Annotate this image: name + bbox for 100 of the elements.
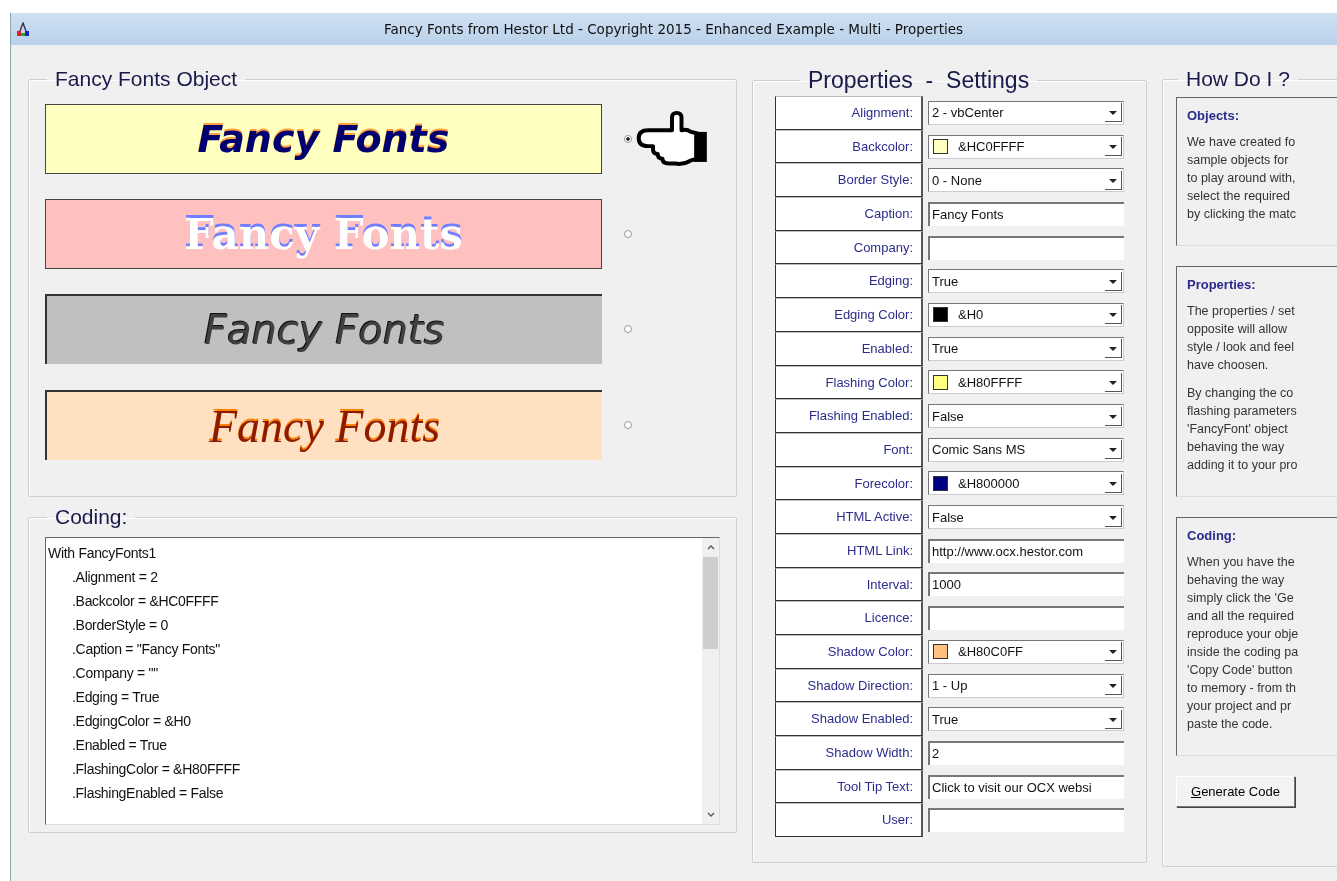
property-label: Border Style: [775, 163, 923, 198]
help-heading: Objects: [1187, 108, 1240, 123]
caret-icon [1105, 305, 1122, 325]
help-text: adding it to your pro [1187, 457, 1299, 474]
property-label: Edging: [775, 264, 923, 299]
dropdown[interactable]: False [928, 505, 1124, 530]
code-line: .FlashingEnabled = False [71, 784, 225, 803]
code-line: .Edging = True [71, 688, 161, 707]
caret-icon [1105, 440, 1122, 460]
help-text: inside the coding pa [1187, 644, 1300, 661]
group-title: Properties - Settings [807, 67, 1031, 94]
property-label: Edging Color: [775, 298, 923, 332]
help-text: flashing parameters [1187, 403, 1298, 420]
help-text: behaving the way [1187, 439, 1286, 456]
property-label: Tool Tip Text: [775, 769, 923, 804]
caret-icon [1105, 507, 1122, 527]
dropdown[interactable]: True [928, 269, 1124, 294]
code-line: With FancyFonts1 [48, 544, 157, 563]
property-label: Shadow Color: [775, 635, 923, 669]
property-label: Alignment: [775, 96, 923, 130]
input-field[interactable] [928, 808, 1124, 833]
property-label: Licence: [775, 601, 923, 635]
property-label: Flashing Enabled: [775, 399, 923, 433]
input-field[interactable]: Click to visit our OCX websi [928, 774, 1124, 799]
property-label: Company: [775, 230, 923, 265]
help-text: 'Copy Code' button [1187, 662, 1294, 679]
code-line: .EdgingColor = &H0 [71, 712, 192, 731]
property-label: Font: [775, 432, 923, 467]
property-label: Shadow Enabled: [775, 702, 923, 737]
pointing-hand-icon [634, 110, 710, 168]
help-heading: Properties: [1187, 277, 1257, 292]
radio-button[interactable] [624, 421, 632, 429]
input-field[interactable]: 1000 [928, 572, 1124, 597]
dropdown[interactable]: 2 - vbCenter [928, 100, 1124, 125]
help-text: to memory - from th [1187, 680, 1298, 697]
help-text: your project and pr [1187, 698, 1293, 715]
caret-icon [1105, 103, 1122, 123]
dropdown[interactable]: False [928, 404, 1124, 429]
help-text: paste the code. [1187, 716, 1274, 733]
property-label: Shadow Direction: [775, 668, 923, 703]
property-label: Interval: [775, 567, 923, 602]
code-line: .Enabled = True [71, 736, 168, 755]
input-field[interactable] [928, 235, 1124, 260]
property-label: Forecolor: [775, 466, 923, 501]
dropdown[interactable]: &H80FFFF [928, 370, 1124, 395]
dropdown[interactable]: Comic Sans MS [928, 437, 1124, 462]
caret-icon [1105, 709, 1122, 729]
fancy-font-label: Fancy Fonts [45, 294, 602, 364]
dropdown[interactable]: &H80C0FF [928, 639, 1124, 664]
caret-icon [1105, 406, 1122, 426]
code-text-area[interactable] [45, 537, 720, 825]
scroll-thumb[interactable] [703, 557, 718, 649]
property-label: Shadow Width: [775, 736, 923, 770]
code-line: .BorderStyle = 0 [71, 616, 169, 635]
caret-icon [1105, 473, 1122, 493]
radio-button[interactable] [624, 135, 632, 143]
input-field[interactable]: 2 [928, 740, 1124, 765]
help-text: We have created fo [1187, 134, 1297, 151]
property-label: Flashing Color: [775, 365, 923, 400]
help-text: By changing the co [1187, 385, 1295, 402]
dropdown[interactable]: &H0 [928, 302, 1124, 327]
fancy-font-label: Fancy Fonts [45, 104, 602, 174]
scroll-up-icon [706, 544, 715, 551]
input-field[interactable]: http://www.ocx.hestor.com [928, 538, 1124, 563]
code-line: .FlashingColor = &H80FFFF [71, 760, 241, 779]
help-text: style / look and feel [1187, 339, 1295, 356]
help-text: by clicking the matc [1187, 206, 1298, 223]
input-field[interactable]: Fancy Fonts [928, 201, 1124, 226]
help-text: The properties / set [1187, 303, 1296, 320]
caret-icon [1105, 676, 1122, 696]
code-line: .Caption = "Fancy Fonts" [71, 640, 221, 659]
help-text: and all the required [1187, 608, 1296, 625]
scrollbar[interactable] [702, 538, 719, 824]
code-line: .Company = "" [71, 664, 159, 683]
help-text: have choosen. [1187, 357, 1270, 374]
property-label: User: [775, 803, 923, 838]
fancy-font-label: Fancy Fonts [45, 199, 602, 269]
group-title: Fancy Fonts Object [54, 67, 239, 91]
group-title: Coding: [54, 505, 129, 529]
generate-code-button[interactable]: Generate Code [1176, 776, 1295, 807]
help-text: behaving the way [1187, 572, 1286, 589]
radio-button[interactable] [624, 230, 632, 238]
caret-icon [1105, 271, 1122, 291]
caret-icon [1105, 372, 1122, 392]
caret-icon [1105, 339, 1122, 359]
help-text: sample objects for [1187, 152, 1290, 169]
dropdown[interactable]: True [928, 336, 1124, 361]
radio-button[interactable] [624, 325, 632, 333]
dropdown[interactable]: True [928, 707, 1124, 732]
dropdown[interactable]: 0 - None [928, 168, 1124, 193]
input-field[interactable] [928, 606, 1124, 631]
dropdown[interactable]: 1 - Up [928, 673, 1124, 698]
help-text: simply click the 'Ge [1187, 590, 1295, 607]
property-label: Caption: [775, 197, 923, 231]
app-icon [16, 22, 30, 36]
dropdown[interactable]: &HC0FFFF [928, 134, 1124, 159]
help-text: 'FancyFont' object [1187, 421, 1289, 438]
caret-icon [1105, 642, 1122, 662]
property-label: Enabled: [775, 331, 923, 366]
dropdown[interactable]: &H800000 [928, 471, 1124, 496]
